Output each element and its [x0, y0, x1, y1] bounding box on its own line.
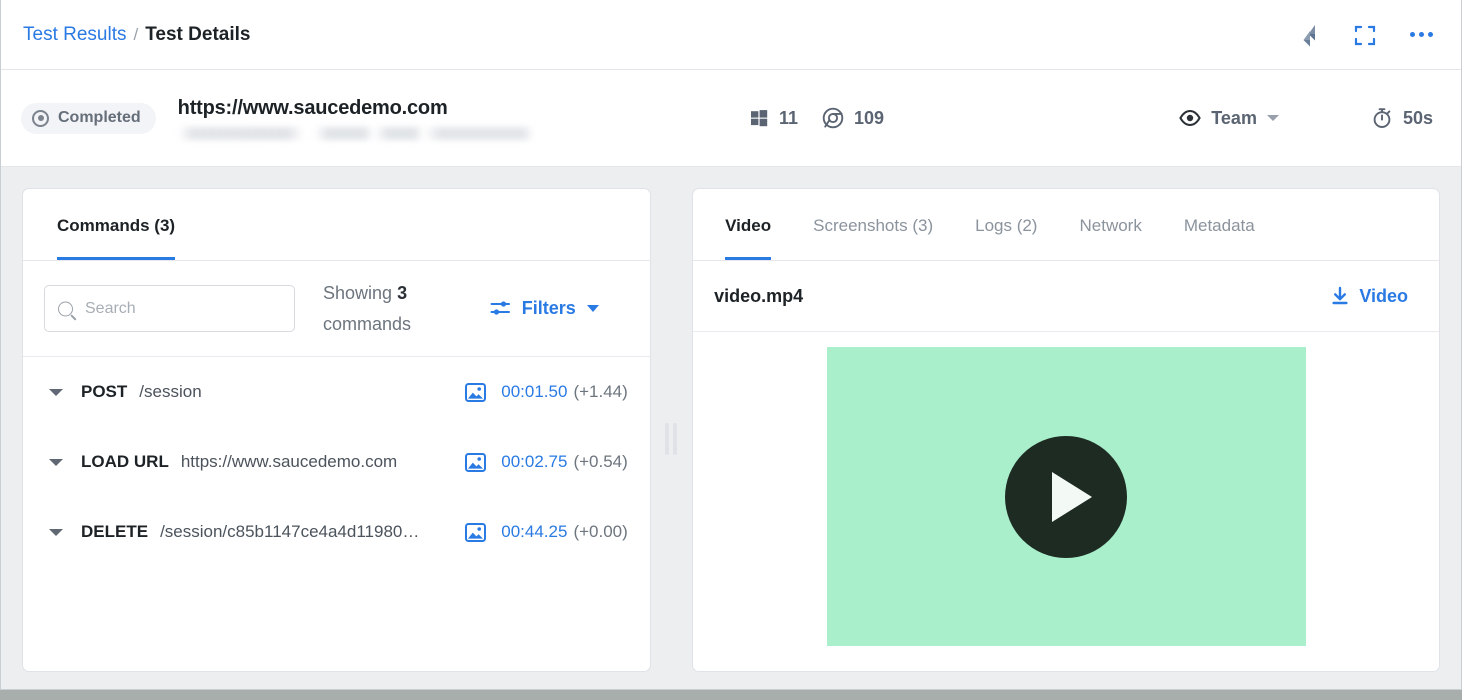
command-meta: 00:44.25 (+0.00) [465, 522, 628, 542]
status-badge: Completed [21, 103, 156, 134]
chrome-logo-icon [822, 107, 844, 129]
breadcrumb-current-test-details: Test Details [145, 24, 250, 46]
fullscreen-button[interactable] [1349, 19, 1381, 51]
chevron-down-icon [1267, 115, 1279, 121]
command-method: DELETE [81, 522, 148, 542]
status-badge-label: Completed [58, 109, 141, 127]
tab-video[interactable]: Video [725, 189, 771, 260]
environment-info: 11 109 [749, 107, 884, 129]
play-button-icon [1052, 472, 1092, 522]
command-delta: (+0.54) [573, 452, 627, 472]
page-title: https://www.saucedemo.com [178, 97, 534, 120]
command-meta: 00:01.50 (+1.44) [465, 382, 628, 402]
panel-splitter[interactable] [651, 188, 692, 690]
command-time[interactable]: 00:01.50 [501, 382, 567, 402]
commands-list: POST /session 00:01.50 (+1.44) LO [23, 357, 650, 671]
table-row[interactable]: LOAD URL https://www.saucedemo.com 00:02… [23, 427, 650, 497]
play-button[interactable] [1005, 436, 1127, 558]
commands-panel: Commands (3) Showing 3 commands [22, 188, 651, 672]
tab-network[interactable]: Network [1079, 189, 1141, 260]
video-filename: video.mp4 [714, 286, 803, 307]
tab-logs[interactable]: Logs (2) [975, 189, 1037, 260]
search-icon [58, 301, 73, 316]
visibility-selector[interactable]: Team [1179, 108, 1279, 129]
redacted-subtitle [178, 127, 534, 140]
header-actions [1293, 19, 1437, 51]
expand-chevron-icon[interactable] [45, 459, 67, 466]
eye-icon [1179, 109, 1201, 127]
command-path: /session [139, 382, 201, 402]
breadcrumb: Test Results / Test Details [23, 24, 250, 46]
browser-version: 109 [854, 108, 884, 129]
image-icon[interactable] [465, 383, 486, 402]
os-version: 11 [779, 108, 798, 129]
tab-screenshots[interactable]: Screenshots (3) [813, 189, 933, 260]
duration-value: 50s [1403, 108, 1433, 129]
splitter-grip-icon [665, 423, 677, 455]
table-row[interactable]: POST /session 00:01.50 (+1.44) [23, 357, 650, 427]
windows-logo-icon [749, 108, 769, 128]
command-method: LOAD URL [81, 452, 169, 472]
command-time[interactable]: 00:44.25 [501, 522, 567, 542]
download-video-button[interactable]: Video [1330, 286, 1408, 307]
tab-metadata[interactable]: Metadata [1184, 189, 1255, 260]
showing-count-label: Showing 3 commands [323, 278, 459, 340]
table-row[interactable]: DELETE /session/c85b1147ce4a4d119808bda.… [23, 497, 650, 567]
main-content: Commands (3) Showing 3 commands [1, 167, 1461, 690]
visibility-label: Team [1211, 108, 1257, 129]
filters-label: Filters [522, 298, 576, 319]
command-delta: (+1.44) [573, 382, 627, 402]
artifacts-tabbar: Video Screenshots (3) Logs (2) Network M… [693, 189, 1439, 261]
record-circle-icon [32, 110, 49, 127]
command-time[interactable]: 00:02.75 [501, 452, 567, 472]
video-player[interactable] [827, 347, 1306, 646]
command-path: https://www.saucedemo.com [181, 452, 397, 472]
filters-button[interactable]: Filters [490, 298, 628, 319]
commands-toolbar: Showing 3 commands Filters [23, 261, 650, 357]
showing-suffix: commands [323, 314, 411, 334]
jira-button[interactable] [1293, 19, 1325, 51]
command-meta: 00:02.75 (+0.54) [465, 452, 628, 472]
command-delta: (+0.00) [573, 522, 627, 542]
artifacts-panel: Video Screenshots (3) Logs (2) Network M… [692, 188, 1440, 672]
test-status-bar: Completed https://www.saucedemo.com 11 [1, 70, 1461, 167]
os-info: 11 [749, 108, 798, 129]
sliders-filter-icon [490, 299, 511, 318]
command-method: POST [81, 382, 127, 402]
tab-commands[interactable]: Commands (3) [57, 189, 175, 260]
showing-count: 3 [397, 283, 407, 303]
test-title-block: https://www.saucedemo.com [178, 97, 534, 140]
chevron-down-icon [587, 305, 599, 312]
window-bottom-strip [0, 690, 1462, 700]
jira-icon [1295, 21, 1323, 49]
download-label: Video [1359, 286, 1408, 307]
duration-info: 50s [1371, 107, 1433, 129]
app-window: Test Results / Test Details [0, 0, 1462, 690]
status-right-group: Team 50s [1179, 107, 1433, 129]
more-options-button[interactable] [1405, 19, 1437, 51]
breadcrumb-bar: Test Results / Test Details [1, 0, 1461, 70]
download-icon [1330, 286, 1350, 306]
expand-chevron-icon[interactable] [45, 529, 67, 536]
fullscreen-expand-icon [1353, 23, 1377, 47]
image-icon[interactable] [465, 523, 486, 542]
browser-info: 109 [822, 107, 884, 129]
stopwatch-icon [1371, 107, 1393, 129]
video-header: video.mp4 Video [693, 261, 1439, 332]
commands-tabbar: Commands (3) [23, 189, 650, 261]
image-icon[interactable] [465, 453, 486, 472]
more-options-icon [1410, 32, 1433, 37]
video-body [693, 332, 1439, 671]
breadcrumb-link-test-results[interactable]: Test Results [23, 24, 126, 46]
breadcrumb-separator: / [133, 25, 138, 45]
expand-chevron-icon[interactable] [45, 389, 67, 396]
search-field-wrapper [44, 285, 295, 332]
showing-prefix: Showing [323, 283, 392, 303]
command-path: /session/c85b1147ce4a4d119808bda... [160, 522, 428, 542]
search-input[interactable] [44, 285, 295, 332]
